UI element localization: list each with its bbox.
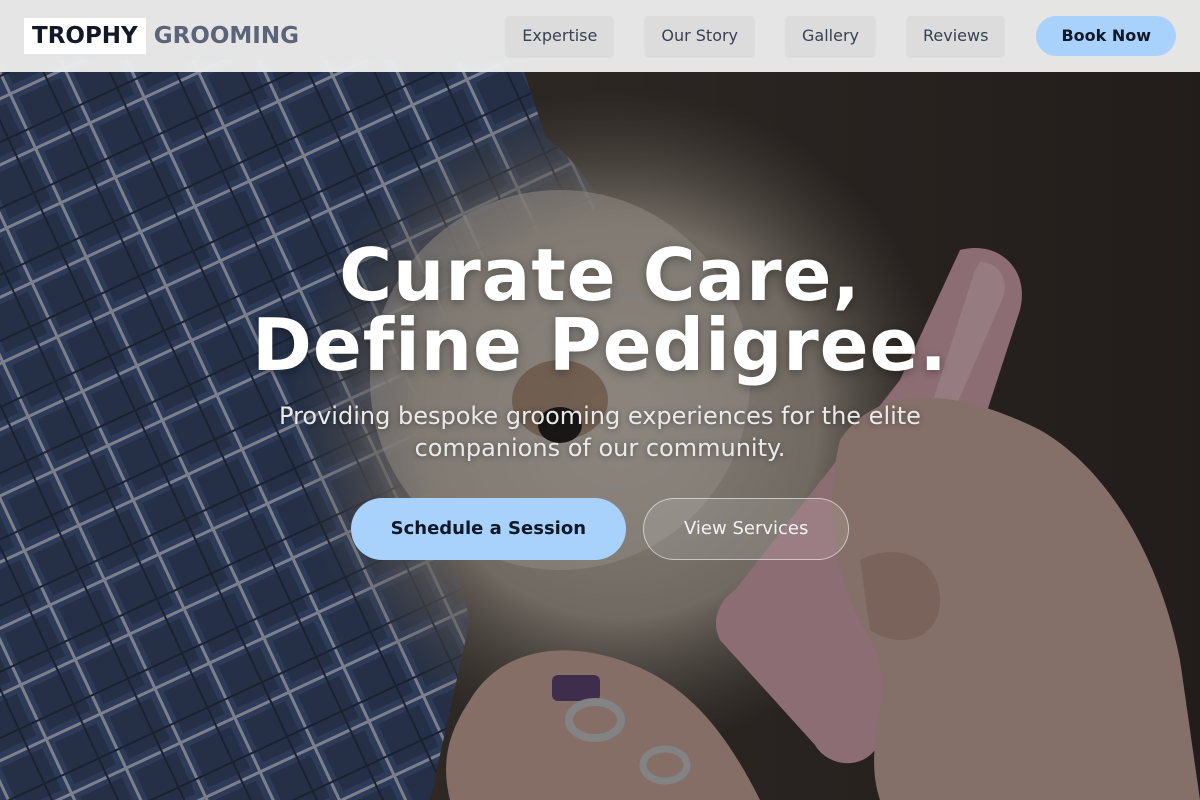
book-now-button[interactable]: Book Now	[1036, 16, 1176, 56]
hero-headline: Curate Care, Define Pedigree.	[0, 233, 1200, 387]
view-services-button[interactable]: View Services	[643, 498, 850, 560]
nav-links: Expertise Our Story Gallery Reviews Book…	[506, 16, 1176, 56]
nav-link-expertise[interactable]: Expertise	[506, 16, 614, 56]
site-logo[interactable]: TROPHY GROOMING	[24, 18, 299, 54]
nav-link-our-story[interactable]: Our Story	[645, 16, 755, 56]
hero-subtitle: Providing bespoke grooming experiences f…	[279, 402, 921, 462]
hero-content: Curate Care, Define Pedigree. Providing …	[0, 233, 1200, 560]
logo-brand-secondary: GROOMING	[153, 23, 299, 49]
hero-cta-row: Schedule a Session View Services	[0, 498, 1200, 560]
hero-headline-line-2: Define Pedigree.	[252, 303, 948, 387]
nav-link-reviews[interactable]: Reviews	[907, 16, 1005, 56]
schedule-session-button[interactable]: Schedule a Session	[350, 498, 627, 560]
nav-link-gallery[interactable]: Gallery	[786, 16, 876, 56]
hero-headline-line-1: Curate Care,	[339, 233, 861, 317]
logo-brand-primary: TROPHY	[24, 18, 146, 54]
top-navbar: TROPHY GROOMING Expertise Our Story Gall…	[0, 0, 1200, 72]
